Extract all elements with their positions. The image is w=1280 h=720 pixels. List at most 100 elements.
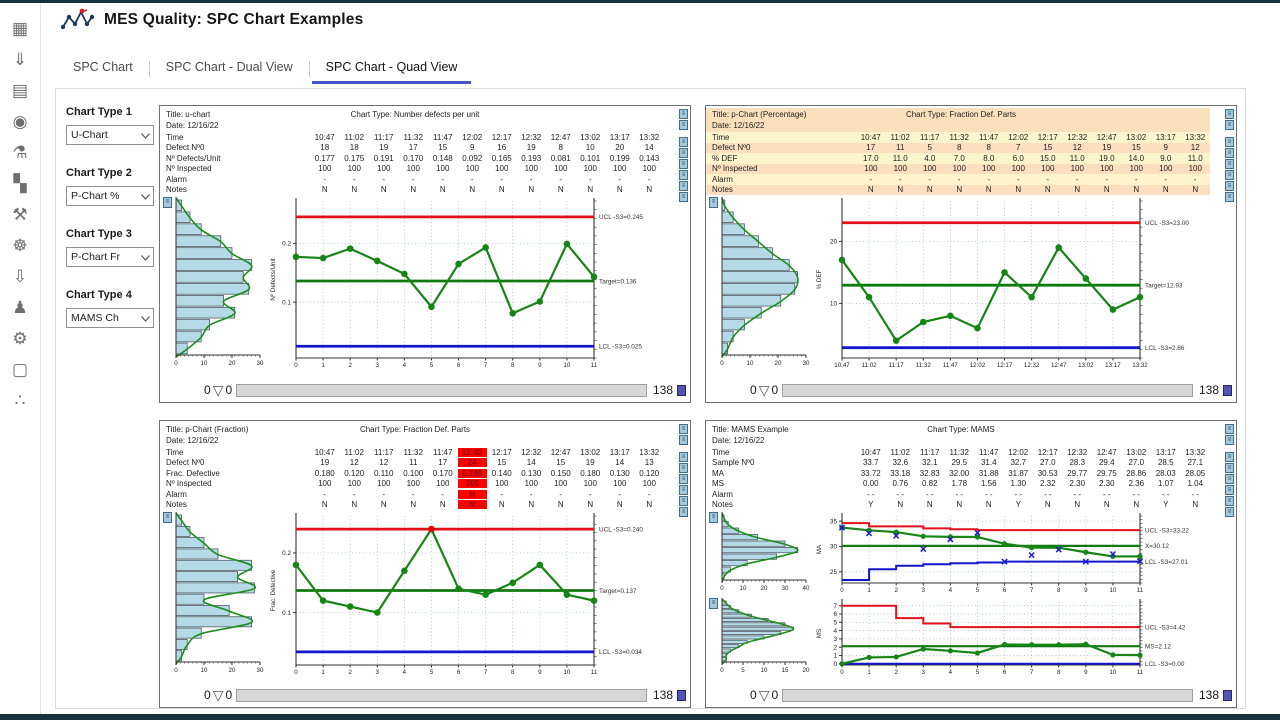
panel-tool-button[interactable]: ≡ xyxy=(1225,120,1234,130)
page-title: MES Quality: SPC Chart Examples xyxy=(104,11,363,29)
svg-text:25: 25 xyxy=(830,569,838,576)
row-tool-button[interactable]: ≡ xyxy=(679,137,688,147)
chart-title-row: Title: MAMS ExampleChart Type: MAMS xyxy=(706,423,1210,435)
chart-type-select-1[interactable]: U-Chart xyxy=(66,125,154,145)
panel-tool-button[interactable]: ≡ xyxy=(1225,424,1234,434)
table-cell: - xyxy=(576,175,606,184)
row-tool-button[interactable]: ≡ xyxy=(1225,137,1234,147)
row-tool-button[interactable]: ≡ xyxy=(1225,474,1234,484)
histogram-tool-button[interactable]: ≡ xyxy=(163,197,172,208)
table-cell: 15 xyxy=(1033,143,1063,152)
row-tool-button[interactable]: ≡ xyxy=(679,148,688,158)
panel-tool-button[interactable]: ≡ xyxy=(679,120,688,130)
table-cell: 9.0 xyxy=(1151,154,1181,163)
row-tool-button[interactable]: ≡ xyxy=(1225,170,1234,180)
svg-text:8: 8 xyxy=(1057,587,1061,594)
table-cell: N xyxy=(915,185,945,194)
row-tool-button[interactable]: ≡ xyxy=(679,452,688,462)
scroll-settings-button[interactable] xyxy=(1223,690,1232,701)
table-cell: 19.0 xyxy=(1092,154,1122,163)
row-label: Alarm xyxy=(706,175,856,184)
svg-text:5: 5 xyxy=(741,667,745,674)
row-tool-button[interactable]: ≡ xyxy=(679,159,688,169)
panel-tool-button[interactable]: ≡ xyxy=(679,109,688,119)
table-cell: N xyxy=(945,500,975,509)
row-tool-button[interactable]: ≡ xyxy=(1225,463,1234,473)
operator-icon[interactable]: ♟ xyxy=(5,292,35,323)
scroll-thumb-icon[interactable]: ▽ xyxy=(213,689,224,701)
scroll-settings-button[interactable] xyxy=(1223,385,1232,396)
scroll-track[interactable] xyxy=(236,384,647,397)
svg-text:MA: MA xyxy=(816,544,823,554)
spc-chart-panel-4: Title: MAMS ExampleChart Type: MAMSDate:… xyxy=(705,420,1237,708)
row-label: Alarm xyxy=(160,490,310,499)
dashboard-icon[interactable]: ▦ xyxy=(5,13,35,44)
svg-text:11: 11 xyxy=(591,362,598,369)
folder-icon[interactable]: ▢ xyxy=(5,354,35,385)
scroll-thumb-icon[interactable]: ▽ xyxy=(759,689,770,701)
table-cell: N xyxy=(399,185,429,194)
histogram-tool-button[interactable]: ≡ xyxy=(709,197,718,208)
chart-body: ≡010203040253035MAUCL -S3=33.22LCL -S3=2… xyxy=(706,510,1236,596)
panel-tool-button[interactable]: ≡ xyxy=(679,424,688,434)
row-tool-button[interactable]: ≡ xyxy=(679,170,688,180)
table-cell: 100 xyxy=(1004,164,1034,173)
tab-spc-chart-quad-view[interactable]: SPC Chart - Quad View xyxy=(310,54,474,84)
tab-spc-chart-dual-view[interactable]: SPC Chart - Dual View xyxy=(150,54,309,84)
panel-tool-button[interactable]: ≡ xyxy=(1225,109,1234,119)
import-icon[interactable]: ⇓ xyxy=(5,44,35,75)
table-cell: - - xyxy=(1122,490,1152,499)
quad-view-container: Chart Type 1U-ChartChart Type 2P-Chart %… xyxy=(55,88,1246,709)
histogram-tool-button[interactable]: ≡ xyxy=(709,512,718,523)
chart-type-select-4[interactable]: MAMS Ch xyxy=(66,308,154,328)
lab-flask-icon[interactable]: ⚗ xyxy=(5,137,35,168)
form-list-icon[interactable]: ▤ xyxy=(5,75,35,106)
settings-gears-icon[interactable]: ⚙ xyxy=(5,323,35,354)
receive-tray-icon[interactable]: ⇩ xyxy=(5,261,35,292)
table-cell: 33.72 xyxy=(856,469,886,478)
scroll-settings-button[interactable] xyxy=(677,385,686,396)
machines-icon[interactable]: ⚒ xyxy=(5,199,35,230)
chart-type-value-2: P-Chart % xyxy=(71,190,119,202)
svg-text:1: 1 xyxy=(867,587,871,594)
row-tool-button[interactable]: ≡ xyxy=(679,496,688,506)
row-tool-button[interactable]: ≡ xyxy=(1225,485,1234,495)
row-tool-button[interactable]: ≡ xyxy=(1225,496,1234,506)
scroll-track[interactable] xyxy=(236,689,647,702)
scroll-settings-button[interactable] xyxy=(677,690,686,701)
histogram-tool-button[interactable]: ≡ xyxy=(163,512,172,523)
row-tool-button[interactable]: ≡ xyxy=(679,485,688,495)
panel-tool-button[interactable]: ≡ xyxy=(1225,435,1234,445)
row-label: Notes xyxy=(706,185,856,194)
table-cell: 27.0 xyxy=(1033,458,1063,467)
row-tool-button[interactable]: ≡ xyxy=(1225,181,1234,191)
table-cell: 18 xyxy=(340,143,370,152)
row-tool-button[interactable]: ≡ xyxy=(1225,452,1234,462)
hierarchy-icon[interactable]: ▚ xyxy=(5,168,35,199)
row-tool-button[interactable]: ≡ xyxy=(1225,148,1234,158)
scroll-thumb-icon[interactable]: ▽ xyxy=(213,384,224,396)
chart-type-select-2[interactable]: P-Chart % xyxy=(66,186,154,206)
chart-type-label: Chart Type: MAMS xyxy=(878,425,1044,434)
svg-text:0.1: 0.1 xyxy=(282,610,291,617)
row-tool-button[interactable]: ≡ xyxy=(679,463,688,473)
histogram-tool-button[interactable]: ≡ xyxy=(709,598,718,609)
ai-brain-icon[interactable]: ◉ xyxy=(5,106,35,137)
robot-settings-icon[interactable]: ☸ xyxy=(5,230,35,261)
scroll-thumb-icon[interactable]: ▽ xyxy=(759,384,770,396)
table-cell: - xyxy=(856,175,886,184)
row-tool-button[interactable]: ≡ xyxy=(679,474,688,484)
workflow-icon[interactable]: ∴ xyxy=(5,385,35,416)
svg-text:35: 35 xyxy=(830,518,838,525)
panel-tool-button[interactable]: ≡ xyxy=(679,435,688,445)
scroll-track[interactable] xyxy=(782,689,1193,702)
row-tool-button[interactable]: ≡ xyxy=(1225,159,1234,169)
tab-spc-chart[interactable]: SPC Chart xyxy=(57,54,149,84)
scroll-track[interactable] xyxy=(782,384,1193,397)
chart-type-select-3[interactable]: P-Chart Fr xyxy=(66,247,154,267)
table-cell: 2.30 xyxy=(1063,479,1093,488)
table-cell: - xyxy=(517,490,547,499)
table-cell: - xyxy=(1122,175,1152,184)
row-tool-button[interactable]: ≡ xyxy=(679,181,688,191)
chart-type-group-2: Chart Type 2P-Chart % xyxy=(66,167,160,206)
